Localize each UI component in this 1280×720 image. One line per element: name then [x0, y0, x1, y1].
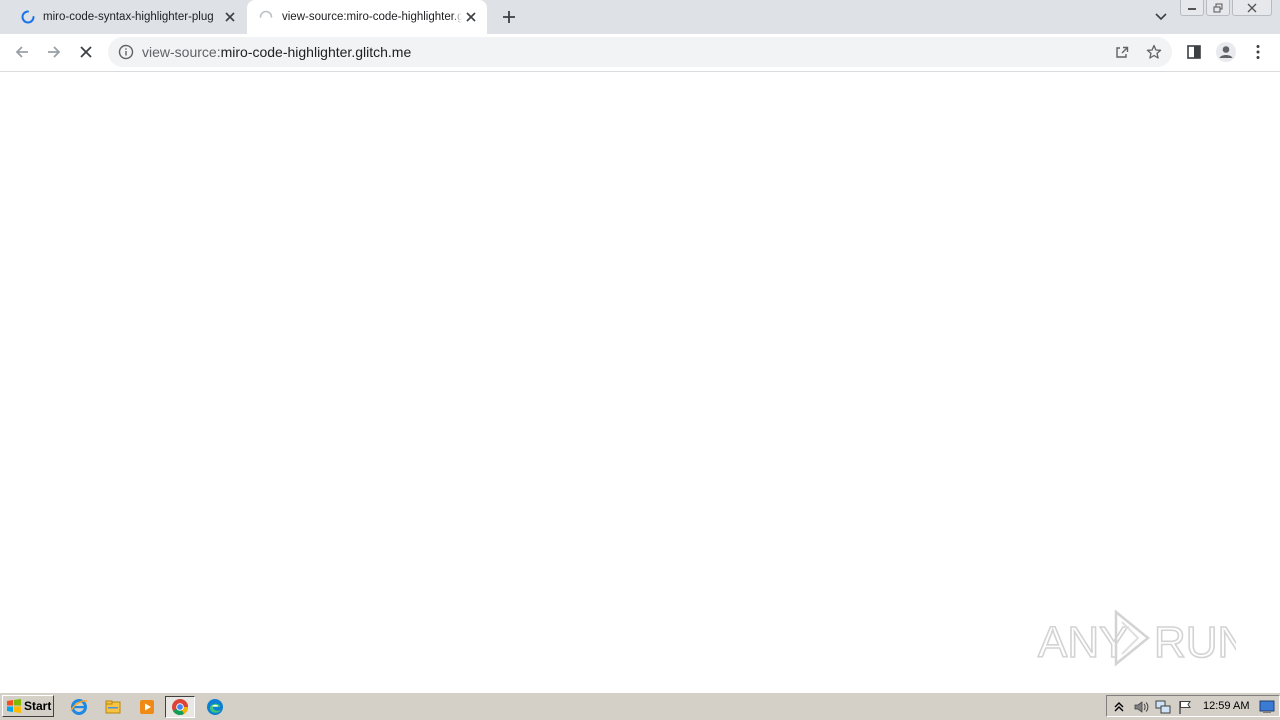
tab-miro-plugin[interactable]: miro-code-syntax-highlighter-plugin [8, 0, 246, 34]
file-explorer-launcher[interactable] [102, 696, 124, 718]
tab-strip: miro-code-syntax-highlighter-plugin view… [0, 0, 1280, 34]
anyrun-watermark-logo: ANY RUN [1037, 609, 1236, 668]
restore-button[interactable] [1206, 0, 1230, 16]
new-tab-button[interactable] [498, 6, 520, 28]
system-tray: 12:59 AM [1106, 695, 1280, 717]
loading-spinner-icon [259, 10, 273, 18]
browser-menu-button[interactable] [1244, 38, 1272, 66]
back-button[interactable] [8, 38, 36, 66]
start-label: Start [24, 699, 52, 713]
profile-button[interactable] [1212, 38, 1240, 66]
file-explorer-icon [105, 700, 121, 714]
chevron-down-icon [1155, 13, 1167, 21]
watermark-text-right: RUN [1154, 618, 1236, 667]
show-desktop-button[interactable] [1259, 699, 1275, 715]
show-hidden-icons-button[interactable] [1111, 699, 1127, 715]
chrome-icon [172, 699, 188, 715]
chrome-taskbar-button[interactable] [165, 696, 195, 718]
tab-close-icon[interactable] [222, 9, 238, 25]
share-icon [1116, 46, 1129, 58]
close-icon [1247, 3, 1257, 12]
media-player-icon [140, 700, 154, 714]
stop-loading-button[interactable] [72, 38, 100, 66]
bookmark-button[interactable] [1143, 41, 1165, 63]
url-scheme: view-source: [142, 44, 221, 60]
window-controls [1178, 0, 1272, 18]
volume-icon [1134, 701, 1149, 713]
kebab-menu-icon [1256, 45, 1260, 59]
clock[interactable]: 12:59 AM [1203, 696, 1249, 716]
page-content [0, 72, 1280, 692]
side-panel-icon [1187, 45, 1201, 59]
close-icon [80, 46, 92, 58]
network-icon [1155, 700, 1171, 714]
forward-button[interactable] [40, 38, 68, 66]
url-host: miro-code-highlighter.glitch.me [220, 44, 412, 60]
url-text[interactable]: view-source:miro-code-highlighter.glitch… [142, 37, 411, 67]
network-button[interactable] [1155, 699, 1171, 715]
loading-spinner-icon [21, 10, 35, 24]
arrow-right-icon [48, 46, 61, 58]
windows-logo-icon [7, 699, 21, 713]
action-center-flag-icon [1179, 701, 1191, 714]
info-icon[interactable] [118, 44, 134, 60]
internet-explorer-icon [70, 699, 88, 715]
arrow-left-icon [15, 46, 28, 58]
tab-title: view-source:miro-code-highlighter.glitch… [282, 11, 467, 23]
show-desktop-icon [1259, 700, 1275, 713]
plus-icon [503, 11, 515, 23]
windows-taskbar: Start 12:59 AM [0, 692, 1280, 720]
media-player-launcher[interactable] [136, 696, 158, 718]
minimize-icon [1188, 7, 1196, 10]
action-center-button[interactable] [1177, 699, 1193, 715]
edge-icon [207, 699, 223, 715]
profile-icon [1216, 42, 1236, 62]
internet-explorer-launcher[interactable] [68, 696, 90, 718]
tab-search-button[interactable] [1150, 6, 1172, 28]
tab-view-source[interactable]: view-source:miro-code-highlighter.glitch… [247, 0, 487, 34]
browser-toolbar: view-source:miro-code-highlighter.glitch… [0, 34, 1280, 72]
minimize-button[interactable] [1180, 0, 1204, 16]
close-window-button[interactable] [1232, 0, 1272, 16]
volume-button[interactable] [1133, 699, 1149, 715]
tab-title: miro-code-syntax-highlighter-plugin [43, 11, 213, 23]
edge-launcher[interactable] [204, 696, 226, 718]
star-icon [1146, 44, 1162, 59]
side-panel-button[interactable] [1180, 38, 1208, 66]
share-button[interactable] [1111, 41, 1133, 63]
address-bar[interactable]: view-source:miro-code-highlighter.glitch… [108, 37, 1172, 67]
tab-close-icon[interactable] [463, 9, 479, 25]
restore-icon [1213, 3, 1223, 12]
start-button[interactable]: Start [2, 695, 54, 717]
show-hidden-icon [1114, 702, 1124, 712]
